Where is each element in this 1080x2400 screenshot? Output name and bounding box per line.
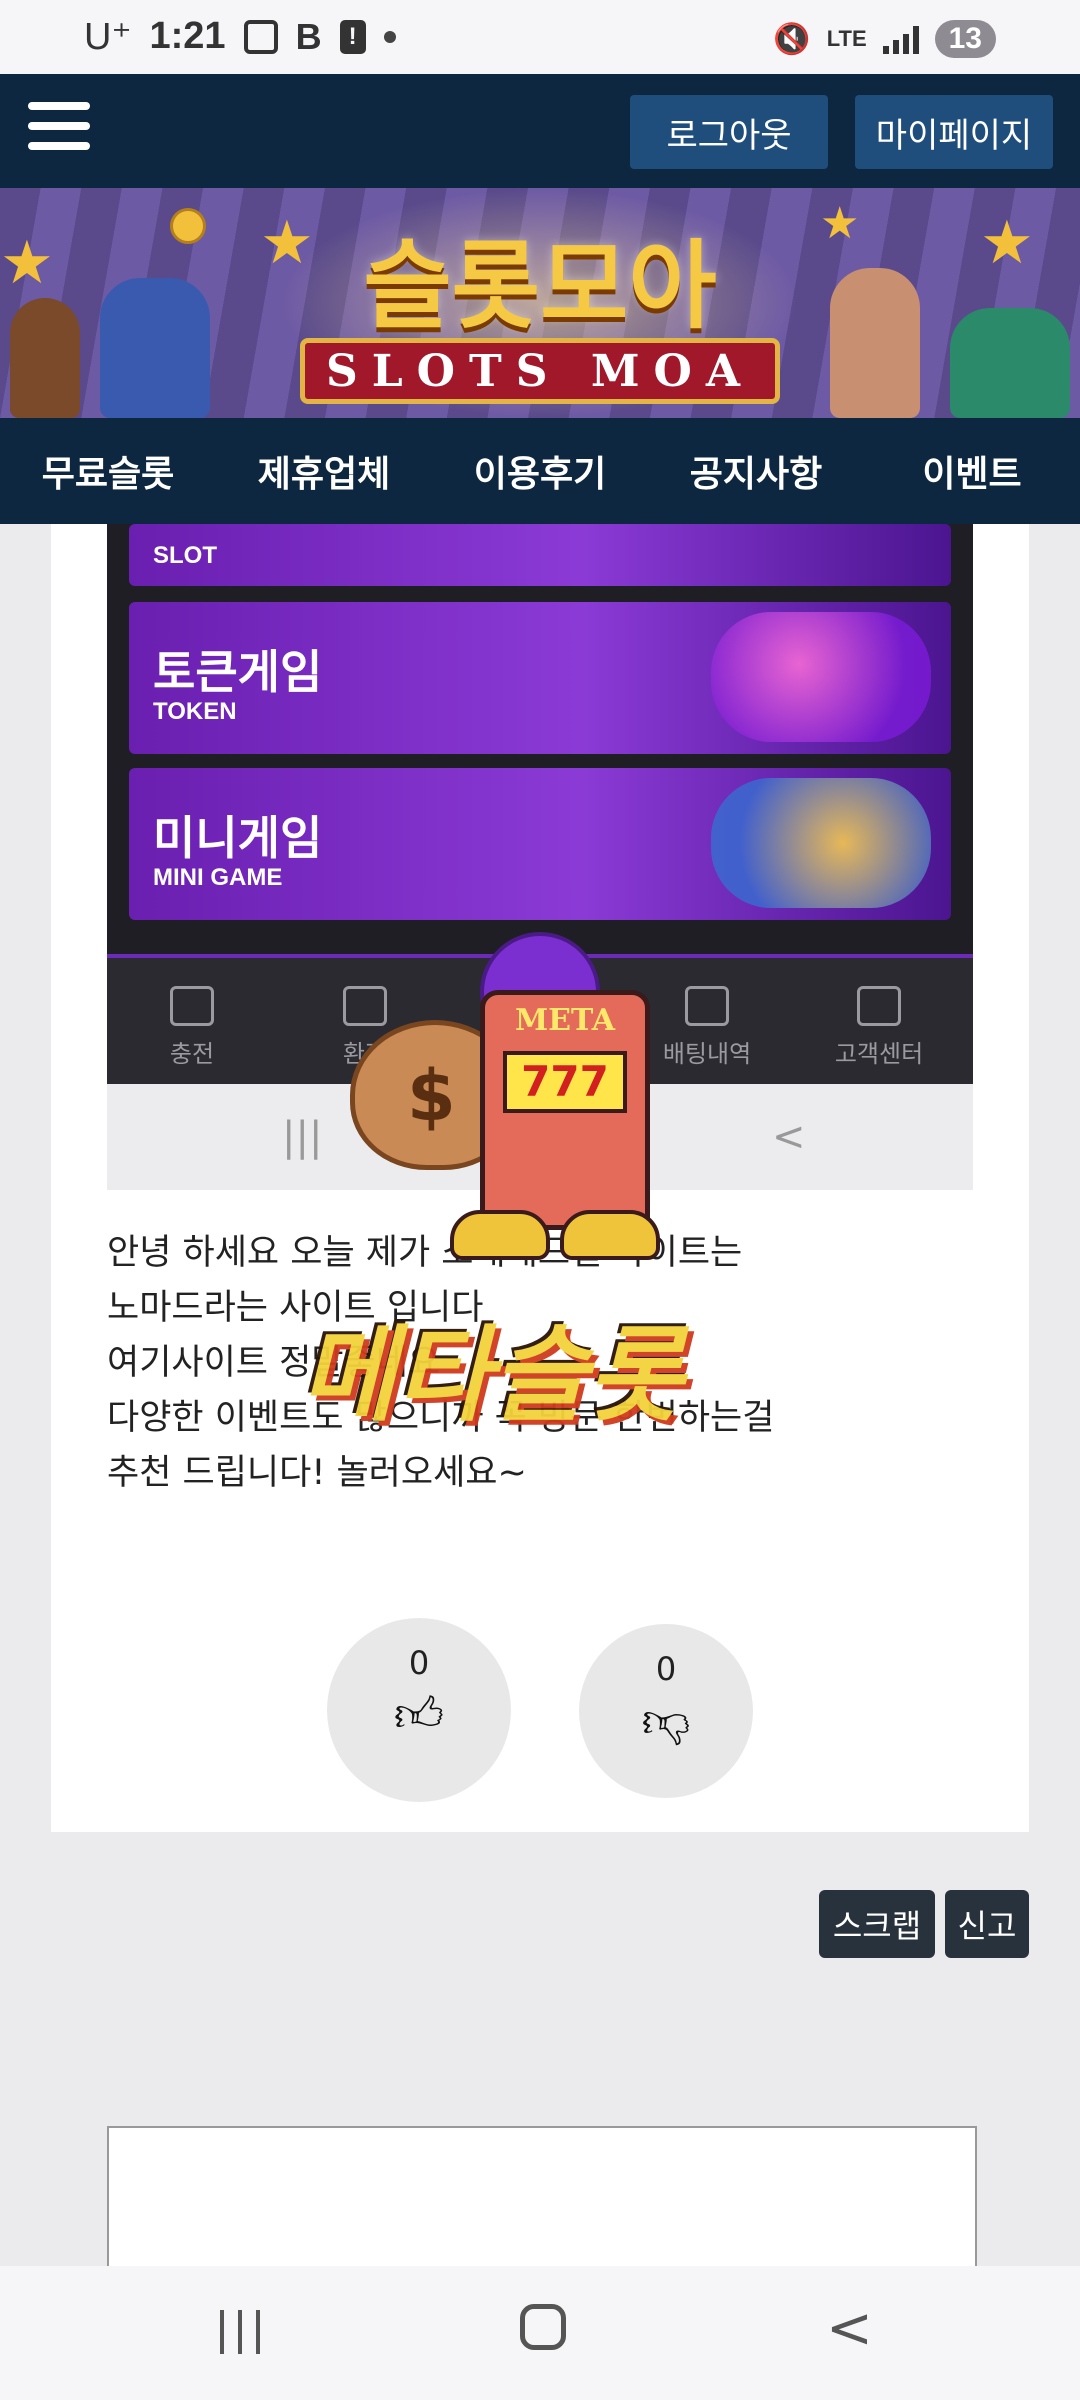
logo-title: 슬롯모아 bbox=[363, 230, 717, 342]
site-header: 로그아웃 마이페이지 bbox=[0, 74, 1080, 188]
alert-icon: ! bbox=[339, 19, 366, 54]
character-illustration bbox=[10, 298, 80, 418]
wizard-illustration bbox=[100, 278, 210, 418]
coin-icon bbox=[170, 208, 206, 244]
logo-subtitle: SLOTS MOA bbox=[325, 346, 755, 397]
nav-item-events[interactable]: 이벤트 bbox=[864, 418, 1080, 524]
mypage-button[interactable]: 마이페이지 bbox=[855, 95, 1053, 169]
comment-input[interactable] bbox=[107, 2126, 977, 2266]
like-button[interactable]: 0 👍︎ bbox=[327, 1618, 511, 1802]
screenshot-icon bbox=[243, 19, 278, 54]
nav-item-reviews[interactable]: 이용후기 bbox=[432, 418, 648, 524]
thumbs-up-icon: 👍︎ bbox=[393, 1687, 445, 1743]
dislike-count: 0 bbox=[655, 1650, 677, 1688]
star-icon: ★ bbox=[980, 208, 1034, 278]
signal-icon bbox=[882, 24, 919, 54]
game-tile-mini: 미니게임 MINI GAME bbox=[129, 768, 951, 920]
game-art bbox=[711, 612, 931, 742]
carrier-label: U⁺ bbox=[84, 16, 132, 58]
system-nav-bar: < bbox=[0, 2266, 1080, 2400]
shoe-icon bbox=[450, 1210, 550, 1260]
news-icon bbox=[857, 986, 901, 1026]
watermark-logo: 메타슬롯 bbox=[300, 1314, 683, 1436]
character-illustration bbox=[950, 308, 1070, 418]
notification-count-badge: 13 bbox=[934, 20, 996, 58]
b-app-icon: B bbox=[295, 15, 322, 57]
clock: 1:21 bbox=[149, 15, 226, 57]
dislike-button[interactable]: 0 👎︎ bbox=[579, 1624, 753, 1798]
recent-apps-button[interactable] bbox=[220, 2310, 260, 2354]
lte-icon: LTE bbox=[826, 26, 867, 51]
thumbs-down-icon: 👎︎ bbox=[641, 1693, 691, 1749]
home-button[interactable] bbox=[520, 2304, 566, 2350]
wallet-icon bbox=[170, 986, 214, 1026]
nav-item-partners[interactable]: 제휴업체 bbox=[216, 418, 432, 524]
report-button[interactable]: 신고 bbox=[945, 1890, 1029, 1958]
back-button[interactable]: < bbox=[826, 2296, 873, 2361]
mute-icon: 🔇 bbox=[773, 22, 811, 56]
game-art bbox=[711, 778, 931, 908]
menu-icon[interactable] bbox=[28, 102, 90, 158]
logout-button[interactable]: 로그아웃 bbox=[630, 95, 828, 169]
slot-machine-icon: META 777 bbox=[480, 990, 650, 1230]
reel-label: 777 bbox=[503, 1051, 627, 1113]
star-icon: ★ bbox=[260, 208, 314, 278]
post-line: 추천 드립니다! 놀러오세요~ bbox=[107, 1453, 527, 1493]
meta-label: META bbox=[514, 1003, 616, 1038]
main-nav: 무료슬롯 제휴업체 이용후기 공지사항 이벤트 bbox=[0, 418, 1080, 524]
status-bar: U⁺ 1:21 B ! 🔇 LTE 13 bbox=[0, 0, 1080, 74]
dot-icon bbox=[383, 30, 396, 43]
scrap-button[interactable]: 스크랩 bbox=[819, 1890, 935, 1958]
charge-tab: 충전 bbox=[122, 986, 262, 1069]
game-tile-token: 토큰게임 TOKEN bbox=[129, 602, 951, 754]
support-tab: 고객센터 bbox=[809, 986, 949, 1069]
game-tile-slot: SLOT bbox=[129, 524, 951, 586]
shoe-icon bbox=[560, 1210, 660, 1260]
character-illustration bbox=[830, 268, 920, 418]
nav-item-notices[interactable]: 공지사항 bbox=[648, 418, 864, 524]
star-icon: ★ bbox=[0, 228, 54, 298]
site-logo-banner[interactable]: ★ ★ ★ ★ 슬롯모아 SLOTS MOA bbox=[0, 188, 1080, 418]
star-icon: ★ bbox=[820, 198, 860, 249]
like-count: 0 bbox=[408, 1644, 430, 1682]
nav-item-free-slots[interactable]: 무료슬롯 bbox=[0, 418, 216, 524]
